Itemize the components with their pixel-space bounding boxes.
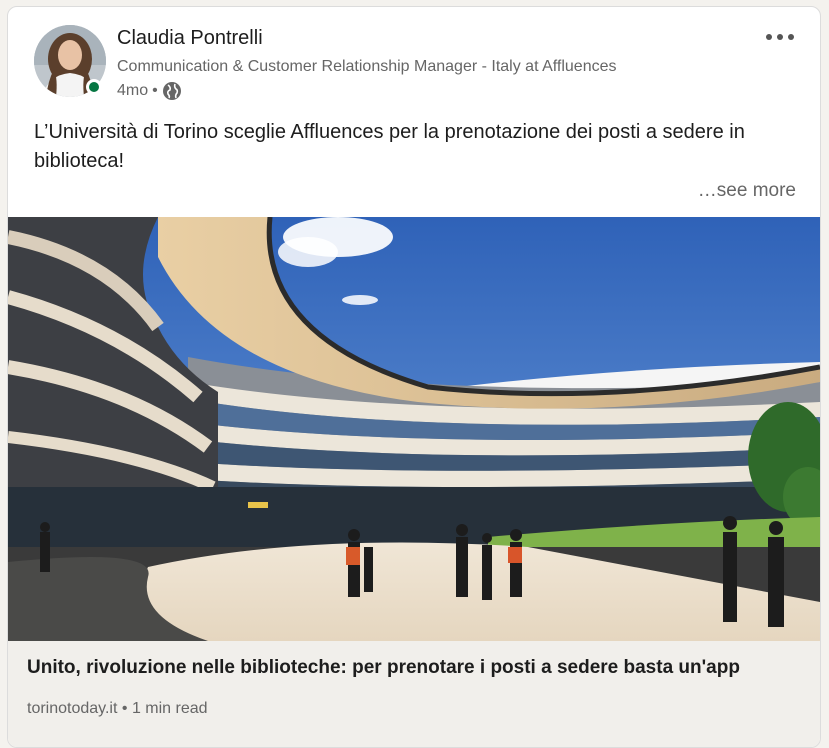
post-time: 4mo [117, 82, 149, 99]
more-horizontal-icon [766, 34, 794, 40]
author-name[interactable]: Claudia Pontrelli [117, 27, 263, 50]
more-options-button[interactable] [760, 23, 800, 51]
online-status-indicator [86, 79, 102, 95]
link-preview[interactable]: Unito, rivoluzione nelle biblioteche: pe… [8, 641, 820, 747]
feed-post-card: Claudia Pontrelli Communication & Custom… [7, 6, 821, 748]
link-source: torinotoday.it [27, 700, 118, 717]
author-headline: Communication & Customer Relationship Ma… [117, 58, 617, 75]
link-meta: torinotoday.it • 1 min read [27, 700, 208, 718]
see-more-button[interactable]: …see more [698, 180, 796, 202]
globe-icon [162, 81, 182, 101]
post-image[interactable] [8, 217, 820, 641]
link-meta-separator: • [121, 700, 128, 717]
post-meta: 4mo • [117, 81, 182, 101]
link-read-time: 1 min read [131, 700, 208, 717]
meta-separator: • [152, 82, 158, 99]
link-title[interactable]: Unito, rivoluzione nelle biblioteche: pe… [27, 657, 740, 679]
post-text: L’Università di Torino sceglie Affluence… [34, 121, 745, 172]
